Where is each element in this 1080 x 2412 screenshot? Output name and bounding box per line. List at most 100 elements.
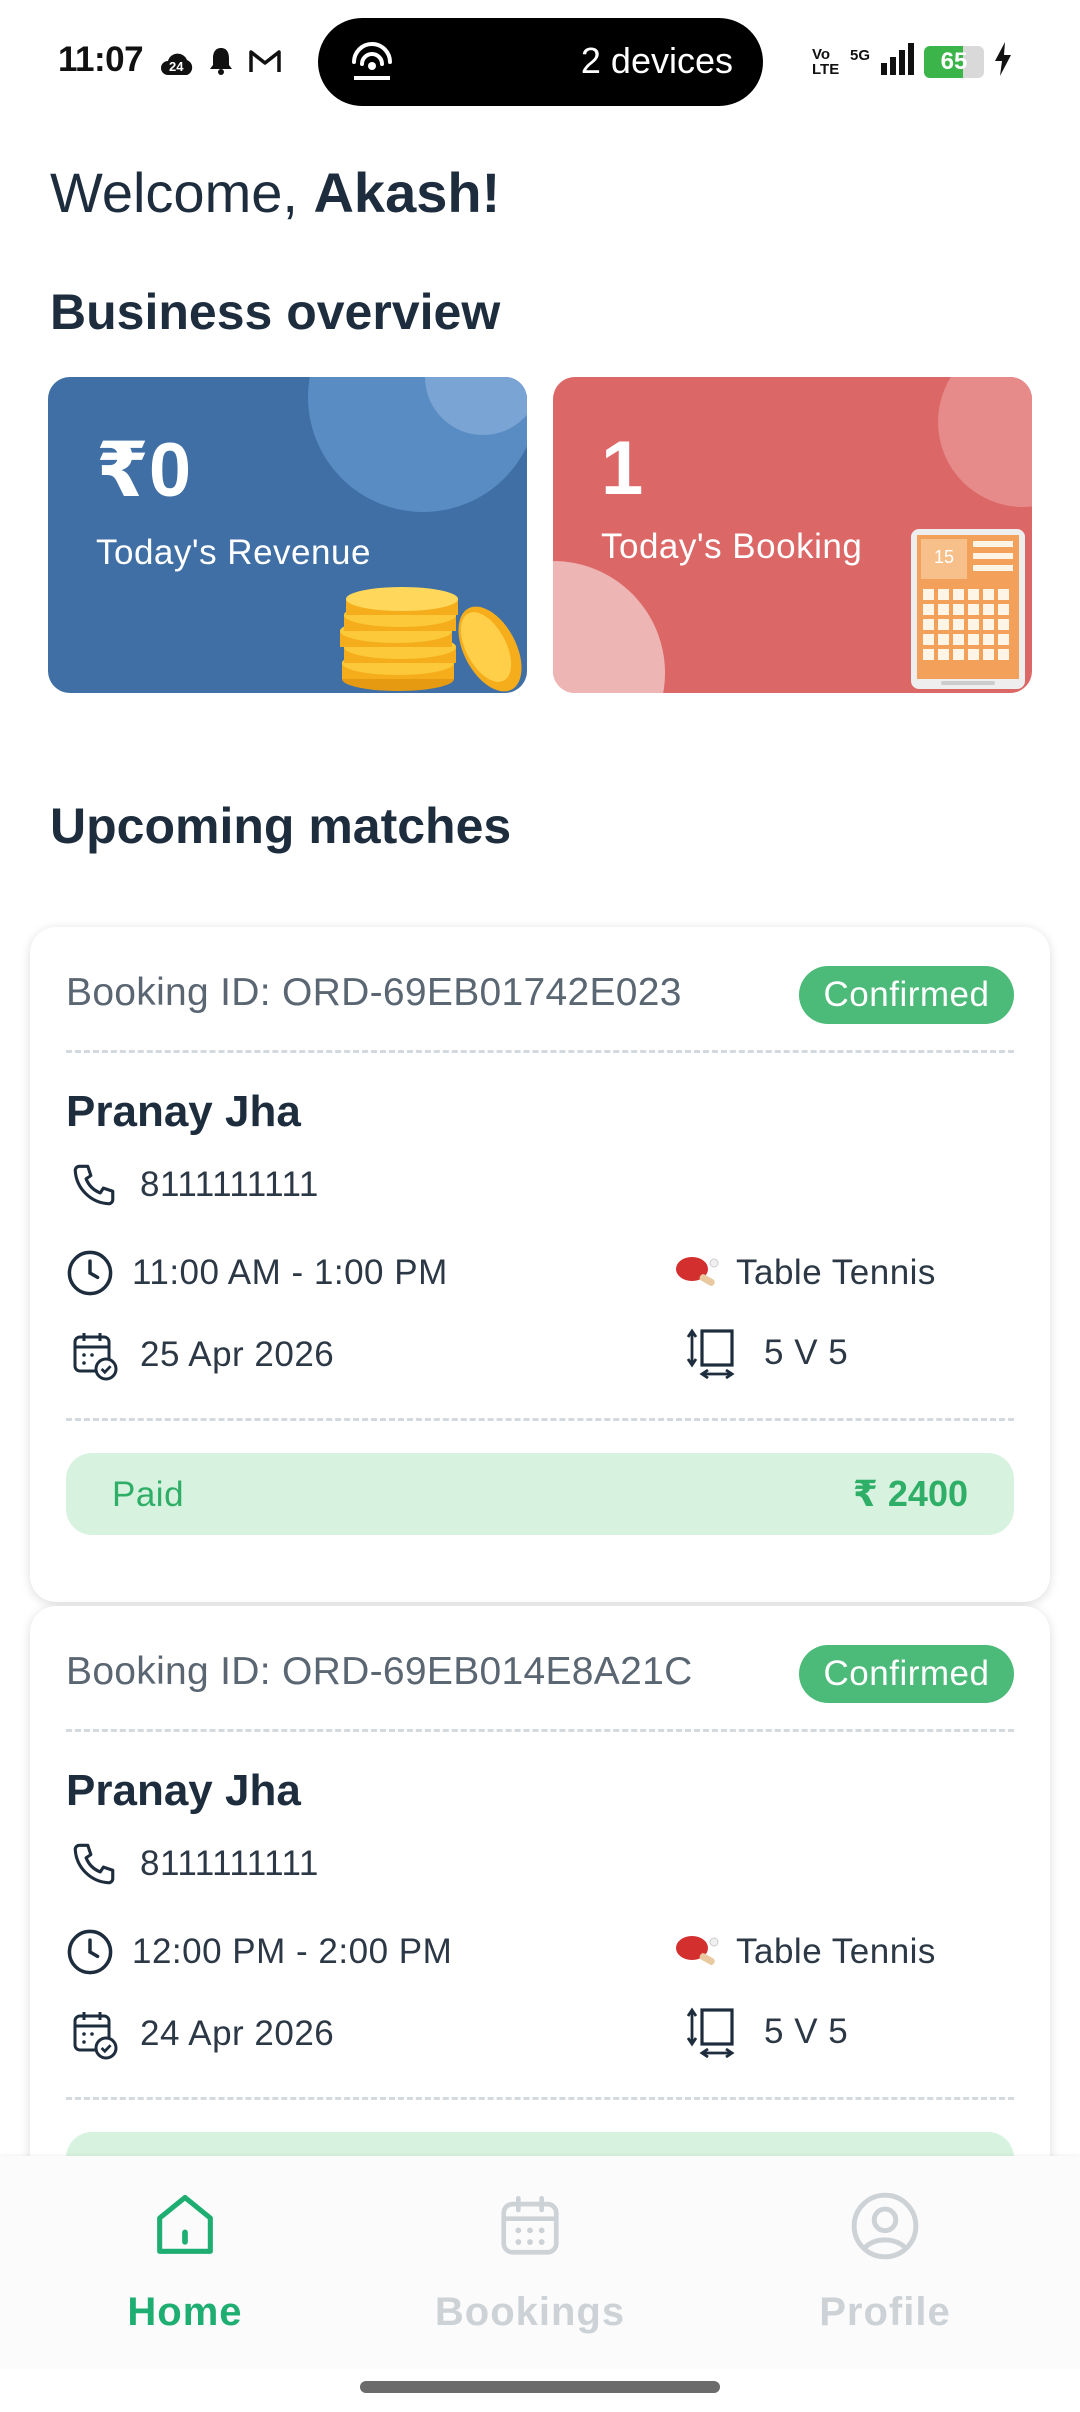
customer-name: Pranay Jha <box>66 1087 301 1136</box>
calendar-grid-cell <box>983 619 994 630</box>
calendar-grid-cell <box>998 634 1009 645</box>
calendar-grid-cell <box>998 649 1009 660</box>
payment-amount: ₹ 2400 <box>852 1473 968 1514</box>
match-date: 24 Apr 2026 <box>140 2014 335 2053</box>
date-row: 24 Apr 2026 <box>66 2006 334 2062</box>
calendar-grid-cell <box>938 634 949 645</box>
profile-icon <box>755 2186 1015 2266</box>
court-size-icon <box>684 2004 740 2060</box>
booking-value: 1 <box>601 426 644 511</box>
status-time: 11:07 <box>58 40 144 79</box>
sport-name: Table Tennis <box>736 1253 936 1292</box>
phone-icon <box>66 1157 122 1213</box>
clock-icon <box>62 1245 118 1301</box>
format-row: 5 V 5 <box>684 1325 848 1381</box>
home-icon <box>55 2186 315 2266</box>
calendar-check-icon <box>66 1327 122 1383</box>
clock-icon <box>62 1924 118 1980</box>
calendar-grid-cell <box>968 619 979 630</box>
hotspot-devices-text: 2 devices <box>580 40 733 81</box>
calendar-grid-cell <box>983 604 994 615</box>
coins-icon <box>340 587 522 692</box>
calendar-grid-cell <box>953 619 964 630</box>
match-format: 5 V 5 <box>764 2012 849 2051</box>
calendar-grid-cell <box>923 649 934 660</box>
home-indicator[interactable] <box>360 2381 720 2393</box>
phone-icon <box>66 1836 122 1892</box>
phone-row: 8111111111 <box>66 1157 319 1213</box>
time-slot: 12:00 PM - 2:00 PM <box>132 1932 453 1971</box>
payment-status: Paid <box>112 1475 185 1514</box>
phone-row: 8111111111 <box>66 1836 319 1892</box>
table-tennis-icon <box>670 1245 726 1301</box>
booking-id: Booking ID: ORD-69EB014E8A21C <box>66 1650 693 1693</box>
time-row: 12:00 PM - 2:00 PM <box>62 1924 452 1980</box>
business-overview-title: Business overview <box>50 284 501 340</box>
booking-id: Booking ID: ORD-69EB01742E023 <box>66 971 682 1014</box>
format-row: 5 V 5 <box>684 2004 848 2060</box>
cloud-badge-icon: 24 <box>160 51 194 77</box>
nav-bookings-label: Bookings <box>434 2290 626 2334</box>
notification-icons: 24 <box>160 46 282 81</box>
nav-home-label: Home <box>127 2290 243 2334</box>
calendar-grid-cell <box>998 604 1009 615</box>
status-badge: Confirmed <box>799 966 1014 1024</box>
nav-home[interactable]: Home <box>55 2186 315 2335</box>
upcoming-matches-title: Upcoming matches <box>50 798 512 854</box>
nav-profile[interactable]: Profile <box>755 2186 1015 2335</box>
todays-revenue-card[interactable]: ₹0 Today's Revenue <box>48 377 527 693</box>
calendar-check-icon <box>66 2006 122 2062</box>
calendar-grid-cell <box>968 589 979 600</box>
welcome-prefix: Welcome, <box>50 161 314 224</box>
dashed-divider <box>66 1729 1014 1732</box>
match-card[interactable]: Booking ID: ORD-69EB01742E023 Confirmed … <box>30 927 1050 1602</box>
revenue-value: ₹0 <box>96 428 192 513</box>
match-date: 25 Apr 2026 <box>140 1335 335 1374</box>
signal-icon <box>880 43 915 80</box>
calendar-tablet-icon: 15 <box>911 529 1025 689</box>
booking-label: Today's Booking <box>601 527 863 566</box>
phone-number[interactable]: 8111111111 <box>140 1844 319 1884</box>
system-icons: Vo LTE 5G 65 <box>812 42 1012 81</box>
calendar-grid-cell <box>923 619 934 630</box>
phone-number[interactable]: 8111111111 <box>140 1165 319 1205</box>
calendar-grid-cell <box>938 619 949 630</box>
table-tennis-icon <box>670 1924 726 1980</box>
calendar-grid-cell <box>953 649 964 660</box>
gmail-icon <box>248 48 282 79</box>
calendar-grid-cell <box>923 604 934 615</box>
sport-name: Table Tennis <box>736 1932 936 1971</box>
hotspot-pill[interactable]: 2 devices <box>318 18 763 106</box>
calendar-icon <box>400 2186 660 2266</box>
calendar-grid-cell <box>938 649 949 660</box>
dashed-divider <box>66 1418 1014 1421</box>
hotspot-icon <box>348 40 396 89</box>
dashed-divider <box>66 1050 1014 1053</box>
calendar-grid-cell <box>998 589 1009 600</box>
calendar-grid-cell <box>998 619 1009 630</box>
calendar-grid-cell <box>938 604 949 615</box>
welcome-heading: Welcome, Akash! <box>50 160 500 225</box>
time-row: 11:00 AM - 1:00 PM <box>62 1245 448 1301</box>
sport-row: Table Tennis <box>670 1924 936 1980</box>
charging-icon <box>994 42 1012 81</box>
calendar-grid-cell <box>983 589 994 600</box>
calendar-grid-cell <box>983 634 994 645</box>
payment-bar: Paid ₹ 2400 <box>66 1453 1014 1535</box>
calendar-grid-cell <box>983 649 994 660</box>
network-label: 5G <box>850 47 871 64</box>
match-card[interactable]: Booking ID: ORD-69EB014E8A21C Confirmed … <box>30 1606 1050 2246</box>
nav-profile-label: Profile <box>819 2290 951 2334</box>
battery-level: 65 <box>940 47 968 75</box>
date-row: 25 Apr 2026 <box>66 1327 334 1383</box>
calendar-grid-cell <box>953 634 964 645</box>
todays-booking-card[interactable]: 1 Today's Booking 15 <box>553 377 1032 693</box>
calendar-day-text: 15 <box>934 547 954 567</box>
volte-label: Vo LTE <box>812 45 840 78</box>
status-badge: Confirmed <box>799 1645 1014 1703</box>
nav-bookings[interactable]: Bookings <box>400 2186 660 2335</box>
customer-name: Pranay Jha <box>66 1766 301 1815</box>
time-slot: 11:00 AM - 1:00 PM <box>132 1253 448 1292</box>
calendar-grid-cell <box>953 589 964 600</box>
court-size-icon <box>684 1325 740 1381</box>
